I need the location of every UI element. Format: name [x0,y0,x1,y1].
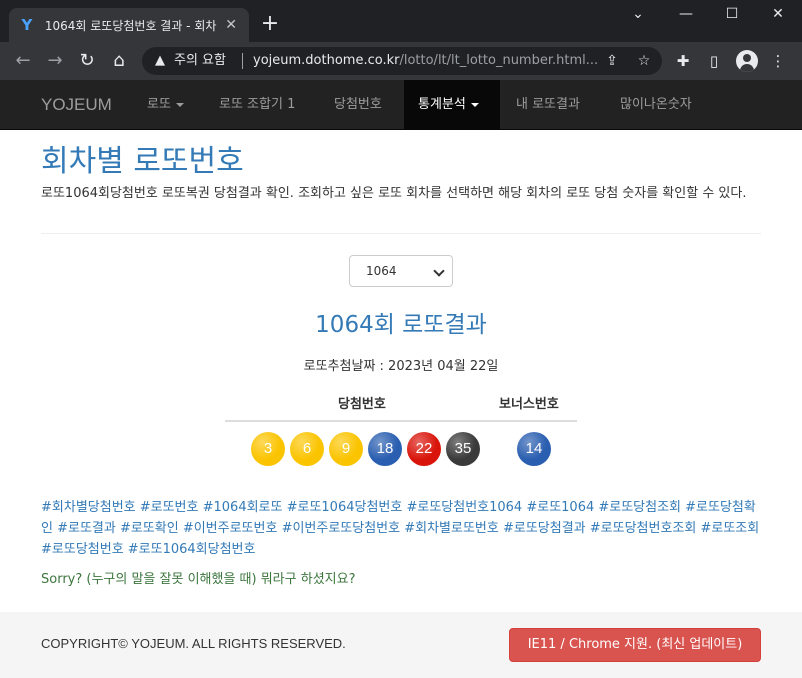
chevron-down-icon [433,265,445,277]
security-warning[interactable]: 주의 요함 [174,53,226,69]
result-title: 1064회 로또결과 [315,312,487,338]
warning-icon[interactable]: ▲ [152,53,168,69]
winning-numbers-header: 당첨번호 [338,397,386,412]
page-description: 로또1064회당첨번호 로또복권 당첨결과 확인. 조회하고 싶은 로또 회차를… [41,186,747,201]
address-bar[interactable]: ▲ 주의 요함 yojeum.dothome.co.kr/lotto/lt/lt… [142,47,662,75]
new-tab-button[interactable]: + [258,12,282,36]
lotto-ball: 3 [251,432,285,466]
share-icon[interactable]: ⇪ [604,53,620,69]
bookmark-star-icon[interactable]: ☆ [636,53,652,69]
nav-my-lotto-results[interactable]: 내 로또결과 [502,80,594,130]
lotto-ball: 35 [446,432,480,466]
omnibox-divider [242,53,243,69]
back-icon[interactable]: ← [12,50,34,72]
side-panel-icon[interactable]: ▯ [704,51,724,71]
reload-icon[interactable]: ↻ [76,50,98,72]
forward-icon[interactable]: → [44,50,66,72]
site-favicon-icon: Y [21,16,33,34]
caret-down-icon [470,102,479,107]
bonus-number-header: 보너스번호 [499,397,559,412]
lotto-ball: 22 [407,432,441,466]
bonus-ball: 14 [517,432,551,466]
page-title: 회차별 로또번호 [41,144,244,179]
nav-winning-numbers[interactable]: 당첨번호 [320,80,396,130]
minimize-icon[interactable]: — [676,6,696,22]
nav-lotto[interactable]: 로또 [133,80,198,130]
more-menu-icon[interactable]: ⋮ [768,51,788,71]
tab-title: 1064회 로또당첨번호 결과 - 회차 [44,18,217,33]
browser-tab[interactable]: Y 1064회 로또당첨번호 결과 - 회차 ✕ [9,8,249,42]
draw-date: 로또추첨날짜 : 2023년 04월 22일 [303,359,499,374]
site-navbar: YOJEUM 로또 로또 조합기 1 당첨번호 통계분석 내 로또결과 많이나온… [0,80,802,130]
extensions-icon[interactable]: ✚ [673,51,693,71]
caret-down-icon [175,102,184,107]
url-text[interactable]: yojeum.dothome.co.kr/lotto/lt/lt_lotto_n… [253,53,598,69]
header-underline [225,420,577,422]
divider [41,233,761,234]
brand-logo[interactable]: YOJEUM [41,95,112,115]
draw-round-select[interactable]: 1064 [349,255,453,287]
close-window-icon[interactable]: ✕ [768,6,788,22]
home-icon[interactable]: ⌂ [108,50,130,72]
lotto-ball: 18 [368,432,402,466]
lotto-ball: 9 [329,432,363,466]
nav-statistics[interactable]: 통계분석 [404,80,500,130]
nav-frequent-numbers[interactable]: 많이나온숫자 [606,80,706,130]
tab-search-icon[interactable]: ⌄ [628,6,648,22]
close-tab-icon[interactable]: ✕ [223,17,239,33]
profile-avatar-icon[interactable] [736,50,758,72]
lotto-ball: 6 [290,432,324,466]
browser-toolbar: ← → ↻ ⌂ ▲ 주의 요함 yojeum.dothome.co.kr/lot… [0,42,802,80]
site-footer: COPYRIGHT© YOJEUM. ALL RIGHTS RESERVED. … [0,612,802,678]
browser-support-button[interactable]: IE11 / Chrome 지원. (최신 업데이트) [509,628,761,662]
maximize-icon[interactable]: ☐ [722,6,742,22]
sorry-text: Sorry? (누구의 말을 잘못 이해했을 때) 뭐라구 하셨지요? [41,572,356,587]
copyright-text: COPYRIGHT© YOJEUM. ALL RIGHTS RESERVED. [41,636,346,651]
browser-titlebar: Y 1064회 로또당첨번호 결과 - 회차 ✕ + ⌄ — ☐ ✕ [0,0,802,42]
hashtag-links[interactable]: #회차별당첨번호 #로또번호 #1064회로또 #로또1064당첨번호 #로또당… [41,497,766,560]
nav-lotto-combinator[interactable]: 로또 조합기 1 [205,80,309,130]
